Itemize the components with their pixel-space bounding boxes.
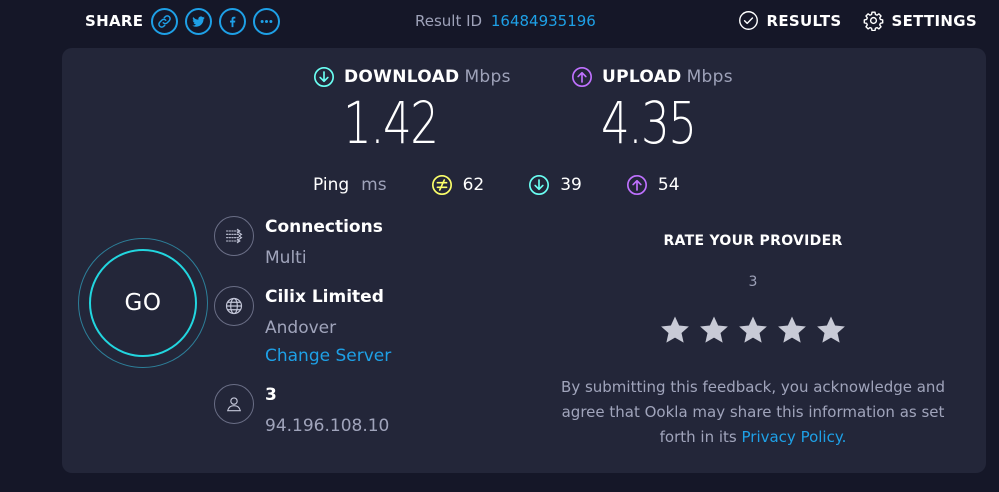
share-bar: SHARE (85, 6, 287, 36)
connections-value: Multi (265, 248, 307, 268)
result-id-label: Result ID (415, 12, 483, 30)
gear-icon (864, 11, 884, 31)
ping-upload-value: 54 (657, 175, 680, 195)
star-icon-3[interactable] (736, 313, 770, 347)
download-latency-icon (529, 175, 550, 195)
upload-label: UPLOAD (602, 67, 682, 87)
results-label: RESULTS (766, 11, 842, 30)
globe-icon (214, 286, 254, 326)
ping-row: Ping ms 62 39 54 (313, 174, 724, 196)
result-id: Result ID 16484935196 (415, 12, 596, 30)
server-location: Andover (265, 318, 337, 338)
upload-latency-icon (626, 175, 647, 195)
connections-icon (214, 216, 254, 256)
user-icon (214, 384, 254, 424)
download-arrow-icon (314, 67, 334, 87)
share-facebook-button[interactable] (219, 7, 247, 35)
share-link-button[interactable] (151, 7, 179, 35)
upload-unit: Mbps (686, 67, 733, 87)
settings-label: SETTINGS (891, 11, 977, 30)
provider-ip: 94.196.108.10 (265, 416, 390, 436)
settings-button[interactable]: SETTINGS (863, 10, 977, 31)
go-button-ring: GO (78, 238, 208, 368)
provider-text: 3 94.196.108.10 (265, 384, 389, 437)
change-server-link[interactable]: Change Server (265, 345, 391, 367)
download-unit: Mbps (464, 67, 511, 87)
facebook-icon (230, 16, 236, 27)
go-button[interactable]: GO (89, 249, 197, 357)
ping-unit: ms (361, 175, 387, 195)
server-name: Cilix Limited (265, 287, 384, 307)
star-icon-5[interactable] (814, 313, 848, 347)
twitter-icon (192, 15, 206, 27)
feedback-disclaimer: By submitting this feedback, you acknowl… (552, 375, 954, 450)
ping-download: 39 (528, 174, 582, 196)
more-icon (260, 19, 273, 23)
connections-text: Connections Multi (265, 216, 383, 269)
speedtest-result-page: SHARE Result ID 16484935196 RESULTS SETT… (0, 0, 999, 492)
share-more-button[interactable] (253, 7, 281, 35)
connections-title: Connections (265, 217, 383, 237)
share-label: SHARE (85, 12, 144, 30)
ping-download-value: 39 (560, 175, 582, 195)
idle-latency-icon (431, 175, 452, 195)
upload-metric: UPLOAD Mbps 4.35 (571, 66, 733, 152)
star-rating (658, 313, 853, 347)
link-icon (158, 14, 172, 28)
rate-provider-title: RATE YOUR PROVIDER (663, 233, 843, 249)
ping-idle-value: 62 (462, 175, 485, 195)
upload-value: 4.35 (601, 89, 697, 157)
share-twitter-button[interactable] (185, 7, 213, 35)
check-circle-icon (739, 11, 759, 30)
ping-idle: 62 (431, 174, 485, 196)
ping-label: Ping (313, 175, 350, 195)
privacy-policy-link[interactable]: Privacy Policy. (742, 428, 847, 446)
download-metric: DOWNLOAD Mbps 1.42 (313, 66, 511, 152)
upload-arrow-icon (572, 67, 592, 87)
download-header: DOWNLOAD Mbps (313, 66, 511, 88)
download-value: 1.42 (343, 89, 439, 157)
result-id-value[interactable]: 16484935196 (491, 12, 596, 30)
ping-upload: 54 (626, 174, 680, 196)
download-label: DOWNLOAD (344, 67, 460, 87)
provider-name: 3 (265, 385, 277, 405)
star-icon-2[interactable] (697, 313, 731, 347)
star-icon-1[interactable] (658, 313, 692, 347)
top-nav: RESULTS SETTINGS (716, 10, 977, 31)
result-card: DOWNLOAD Mbps 1.42 UPLOAD Mbps 4.35 Ping… (62, 48, 986, 473)
results-button[interactable]: RESULTS (738, 10, 841, 31)
upload-header: UPLOAD Mbps (571, 66, 733, 88)
star-icon-4[interactable] (775, 313, 809, 347)
server-text: Cilix Limited Andover Change Server (265, 286, 391, 367)
rate-provider-name: 3 (748, 274, 758, 290)
